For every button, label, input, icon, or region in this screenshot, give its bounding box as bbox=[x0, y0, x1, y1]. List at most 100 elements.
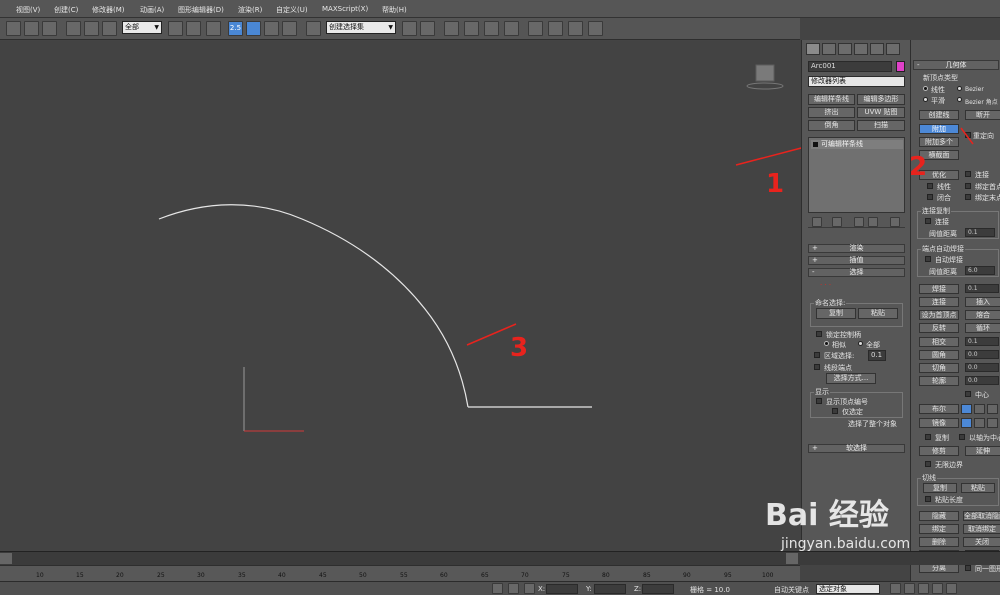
center-checkbox[interactable] bbox=[965, 391, 971, 397]
display-tab-icon[interactable] bbox=[870, 43, 884, 55]
closed-checkbox[interactable] bbox=[927, 194, 933, 200]
menu-view[interactable]: 视图(V) bbox=[16, 5, 40, 15]
material-editor-icon[interactable] bbox=[528, 21, 543, 36]
select-and-move-icon[interactable] bbox=[186, 21, 201, 36]
named-paste-button[interactable]: 粘贴 bbox=[858, 308, 898, 319]
selection-filter-select[interactable]: 全部 bbox=[122, 21, 162, 34]
menu-animation[interactable]: 动画(A) bbox=[140, 5, 164, 15]
extrude-button[interactable]: 挤出 bbox=[808, 107, 855, 118]
menu-rendering[interactable]: 渲染(R) bbox=[238, 5, 262, 15]
auto-key-label[interactable]: 自动关键点 bbox=[774, 585, 809, 595]
rollout-selection[interactable]: - 选择 bbox=[808, 268, 905, 277]
motion-tab-icon[interactable] bbox=[854, 43, 868, 55]
snap-toggle-button[interactable]: 2.5 bbox=[228, 21, 243, 36]
menu-help[interactable]: 帮助(H) bbox=[382, 5, 407, 15]
mirror-button[interactable]: 镜像 bbox=[919, 418, 959, 428]
edit-poly-button[interactable]: 编辑多边形 bbox=[857, 94, 905, 105]
absolute-mode-icon[interactable] bbox=[524, 583, 535, 594]
mirror-copy-checkbox[interactable] bbox=[925, 434, 931, 440]
remove-modifier-icon[interactable] bbox=[868, 217, 878, 227]
connect-checkbox[interactable] bbox=[965, 171, 971, 177]
angle-snap-icon[interactable] bbox=[246, 21, 261, 36]
bezier-corner-radio[interactable] bbox=[957, 97, 962, 102]
bind-first-checkbox[interactable] bbox=[965, 183, 971, 189]
window-crossing-icon[interactable] bbox=[42, 21, 57, 36]
make-first-button[interactable]: 设为首顶点 bbox=[919, 310, 959, 320]
chamfer-value[interactable]: 0.0 bbox=[965, 363, 999, 372]
selected-only-checkbox[interactable] bbox=[832, 408, 838, 414]
key-filter-select[interactable]: 选定对象 bbox=[816, 584, 880, 594]
fillet-value[interactable]: 0.0 bbox=[965, 350, 999, 359]
go-to-start-icon[interactable] bbox=[890, 583, 901, 594]
smooth-radio[interactable] bbox=[923, 97, 928, 102]
break-button[interactable]: 断开 bbox=[965, 110, 1000, 120]
pin-stack-icon[interactable] bbox=[812, 217, 822, 227]
rollout-soft-selection[interactable]: + 软选择 bbox=[808, 444, 905, 453]
show-end-result-icon[interactable] bbox=[832, 217, 842, 227]
insert-button[interactable]: 插入 bbox=[965, 297, 1000, 307]
mirror-both-icon[interactable] bbox=[987, 418, 998, 428]
align-icon[interactable] bbox=[420, 21, 435, 36]
outline-value[interactable]: 0.0 bbox=[965, 376, 999, 385]
lock-selection-icon[interactable] bbox=[508, 583, 519, 594]
select-region-icon[interactable] bbox=[24, 21, 39, 36]
connect-copy-checkbox[interactable] bbox=[925, 218, 931, 224]
mirror-vertical-icon[interactable] bbox=[974, 418, 985, 428]
menu-graph-editors[interactable]: 图形编辑器(D) bbox=[178, 5, 224, 15]
area-select-value[interactable]: 0.1 bbox=[868, 350, 886, 361]
go-to-end-icon[interactable] bbox=[946, 583, 957, 594]
named-selection-select[interactable]: 创建选择集 bbox=[326, 21, 396, 34]
stack-item-editable-spline[interactable]: 可编辑样条线 bbox=[811, 140, 903, 149]
render-production-icon[interactable] bbox=[588, 21, 603, 36]
z-coordinate-field[interactable] bbox=[642, 584, 674, 594]
object-color-swatch[interactable] bbox=[896, 61, 905, 72]
next-frame-icon[interactable] bbox=[932, 583, 943, 594]
edit-named-selection-icon[interactable] bbox=[306, 21, 321, 36]
threshold2-value[interactable]: 6.0 bbox=[965, 266, 995, 275]
chamfer-button[interactable]: 切角 bbox=[919, 363, 959, 373]
edit-spline-button[interactable]: 编辑样条线 bbox=[808, 94, 855, 105]
weld-button[interactable]: 焊接 bbox=[919, 284, 959, 294]
create-tab-icon[interactable] bbox=[806, 43, 820, 55]
reverse-button[interactable]: 反转 bbox=[919, 323, 959, 333]
segment-end-checkbox[interactable] bbox=[814, 364, 820, 370]
object-name-field[interactable]: Arc001 bbox=[808, 61, 892, 72]
trim-button[interactable]: 修剪 bbox=[919, 446, 959, 456]
ribbon-icon[interactable] bbox=[464, 21, 479, 36]
pin-icon[interactable] bbox=[492, 583, 503, 594]
cross-insert-value[interactable]: 0.1 bbox=[965, 337, 999, 346]
threshold-value[interactable]: 0.1 bbox=[965, 228, 995, 237]
extend-button[interactable]: 延伸 bbox=[965, 446, 1000, 456]
auto-weld-checkbox[interactable] bbox=[925, 256, 931, 262]
track-bar[interactable]: 10 15 20 25 30 35 40 45 50 55 60 65 70 7… bbox=[0, 565, 800, 581]
vertex-level-icon[interactable]: · · · bbox=[820, 281, 832, 290]
utilities-tab-icon[interactable] bbox=[886, 43, 900, 55]
infinite-bounds-checkbox[interactable] bbox=[925, 461, 931, 467]
scale-icon[interactable] bbox=[102, 21, 117, 36]
boolean-union-icon[interactable] bbox=[961, 404, 972, 414]
create-line-button[interactable]: 创建线 bbox=[919, 110, 959, 120]
arc-spline[interactable] bbox=[158, 204, 469, 408]
perspective-viewport[interactable]: 1 3 bbox=[0, 41, 801, 550]
x-coordinate-field[interactable] bbox=[546, 584, 578, 594]
time-slider-prev-icon[interactable] bbox=[0, 553, 12, 564]
weld-value[interactable]: 0.1 bbox=[965, 284, 999, 293]
bevel-button[interactable]: 倒角 bbox=[808, 120, 855, 131]
rollout-interpolation[interactable]: + 插值 bbox=[808, 256, 905, 265]
rendered-frame-icon[interactable] bbox=[568, 21, 583, 36]
make-unique-icon[interactable] bbox=[854, 217, 864, 227]
pivot-icon[interactable] bbox=[206, 21, 221, 36]
mirror-horizontal-icon[interactable] bbox=[961, 418, 972, 428]
fillet-button[interactable]: 圆角 bbox=[919, 350, 959, 360]
boolean-intersect-icon[interactable] bbox=[987, 404, 998, 414]
schematic-view-icon[interactable] bbox=[504, 21, 519, 36]
play-icon[interactable] bbox=[918, 583, 929, 594]
show-vertex-numbers-checkbox[interactable] bbox=[816, 398, 822, 404]
layer-manager-icon[interactable] bbox=[444, 21, 459, 36]
viewcube-icon[interactable] bbox=[755, 64, 775, 82]
render-setup-icon[interactable] bbox=[548, 21, 563, 36]
modify-tab-icon[interactable] bbox=[822, 43, 836, 55]
prev-frame-icon[interactable] bbox=[904, 583, 915, 594]
similar-radio[interactable] bbox=[824, 341, 829, 346]
hierarchy-tab-icon[interactable] bbox=[838, 43, 852, 55]
